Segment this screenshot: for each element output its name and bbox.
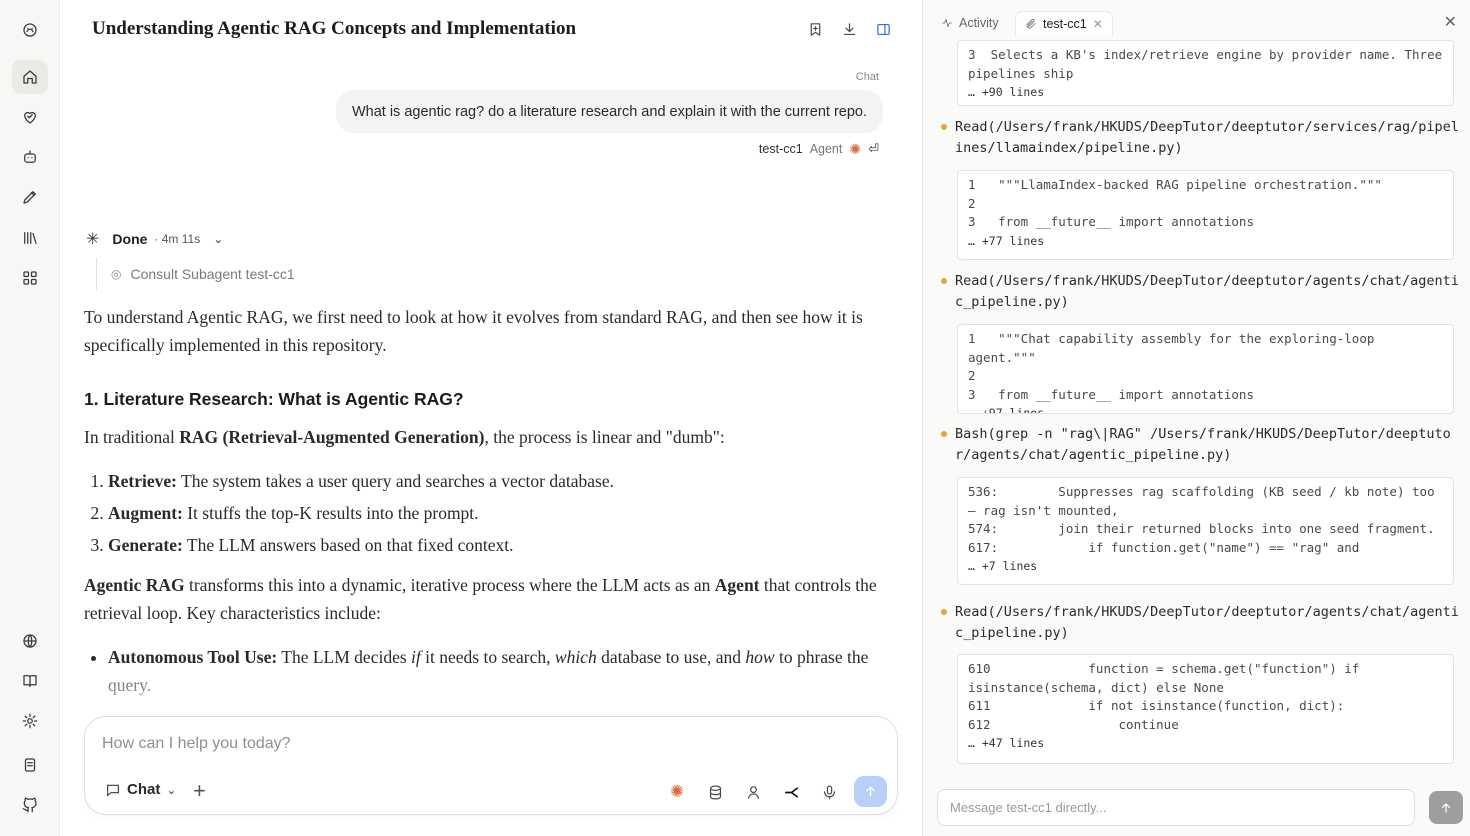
list-item: Retrieve: The system takes a user query … (108, 467, 890, 495)
rag-steps: Retrieve: The system takes a user query … (108, 467, 890, 559)
paperclip-icon (1026, 18, 1036, 28)
settings-icon[interactable] (12, 704, 48, 738)
list-item: Augment: It stuffs the top-K results int… (108, 499, 890, 527)
status-dot (941, 124, 947, 130)
chat-main: Understanding Agentic RAG Concepts and I… (60, 0, 922, 836)
composer[interactable]: How can I help you today? Chat ⌄ + ✺ (84, 716, 898, 815)
grid-icon[interactable] (12, 261, 48, 295)
tool-output: 1 """Chat capability assembly for the ex… (957, 324, 1454, 414)
status-label: Done (112, 231, 148, 247)
list-item: Generate: The LLM answers based on that … (108, 531, 890, 559)
activity-feed: 3 Selects a KB's index/retrieve engine b… (923, 38, 1470, 780)
heart-icon[interactable] (12, 100, 48, 134)
agent-name: test-cc1 (758, 142, 803, 156)
status-dot (941, 609, 947, 615)
panel-tabs: Activity test-cc1 ✕ ✕ (923, 0, 1470, 40)
tool-output: 610 function = schema.get("function") if… (957, 654, 1454, 764)
spark-tool-icon[interactable]: ✺ (667, 782, 687, 802)
github-icon[interactable] (12, 788, 48, 822)
tool-output: 536: Suppresses rag scaffolding (KB seed… (957, 477, 1454, 585)
branch-icon[interactable] (781, 782, 801, 802)
answer-agentic: Agentic RAG transforms this into a dynam… (84, 575, 877, 623)
notebook-icon[interactable] (12, 748, 48, 782)
composer-input[interactable]: How can I help you today? (102, 735, 291, 753)
globe-icon[interactable] (12, 624, 48, 658)
panel-message-input[interactable]: Message test-cc1 directly... (937, 789, 1415, 826)
bookmark-icon[interactable] (805, 19, 825, 39)
mode-selector[interactable]: Chat ⌄ (105, 781, 176, 798)
answer-traditional: In traditional RAG (Retrieval-Augmented … (84, 427, 725, 447)
assistant-answer: To understand Agentic RAG, we first need… (84, 303, 890, 711)
tool-call: Read(/Users/frank/HKUDS/DeepTutor/deeptu… (941, 271, 1461, 313)
user-message-label: Chat (855, 71, 879, 83)
arrow-up-icon (1441, 802, 1451, 813)
activity-icon (942, 19, 952, 27)
bot-icon[interactable] (12, 140, 48, 174)
status-duration: · 4m 11s (154, 232, 201, 246)
close-panel-icon[interactable]: ✕ (1444, 12, 1457, 32)
send-button[interactable] (854, 776, 887, 807)
sidebar-toggle-icon[interactable] (873, 19, 893, 39)
status-dot (941, 278, 947, 284)
user-message: What is agentic rag? do a literature res… (335, 90, 883, 133)
message-meta: test-cc1 Agent ✺ ⏎ (759, 141, 879, 157)
agent-type: Agent (809, 142, 843, 156)
answer-heading: 1. Literature Research: What is Agentic … (84, 389, 464, 409)
chevron-down-icon[interactable]: ⌄ (213, 232, 223, 246)
status-row[interactable]: ✳ Done · 4m 11s ⌄ (86, 229, 223, 249)
logo-icon[interactable] (12, 13, 48, 47)
chat-bubble-icon (107, 784, 119, 797)
mode-label: Chat (127, 781, 161, 798)
arrow-up-icon (866, 786, 875, 797)
subagent-panel: Activity test-cc1 ✕ ✕ 3 Selects a KB's i… (922, 0, 1470, 836)
close-tab-icon[interactable]: ✕ (1093, 17, 1103, 31)
panel-send-button[interactable] (1429, 791, 1463, 824)
tool-output: 3 Selects a KB's index/retrieve engine b… (957, 40, 1454, 106)
microphone-icon[interactable] (819, 782, 839, 802)
user-icon[interactable] (743, 782, 763, 802)
tool-call: Read(/Users/frank/HKUDS/DeepTutor/deeptu… (941, 117, 1461, 159)
tool-output: 1 """LlamaIndex-backed RAG pipeline orch… (957, 170, 1454, 260)
subagent-step[interactable]: ◎ Consult Subagent test-cc1 (96, 258, 295, 290)
left-rail (0, 0, 60, 836)
return-icon: ⏎ (868, 141, 879, 156)
tab-activity[interactable]: Activity (941, 11, 999, 35)
book-icon[interactable] (12, 664, 48, 698)
tool-call: Bash(grep -n "rag\|RAG" /Users/frank/HKU… (941, 424, 1461, 466)
scroll-fade (84, 662, 890, 712)
pen-icon[interactable] (12, 180, 48, 214)
home-icon[interactable] (12, 60, 48, 94)
add-attachment-button[interactable]: + (193, 780, 206, 802)
tool-call: Read(/Users/frank/HKUDS/DeepTutor/deeptu… (941, 602, 1461, 644)
chevron-down-icon: ⌄ (166, 782, 177, 797)
spark-icon: ✺ (849, 141, 862, 157)
database-icon[interactable] (705, 782, 725, 802)
library-icon[interactable] (12, 221, 48, 255)
download-icon[interactable] (839, 19, 859, 39)
answer-intro: To understand Agentic RAG, we first need… (84, 307, 863, 355)
sparkle-icon: ✳ (86, 231, 100, 248)
eye-icon: ◎ (111, 267, 122, 281)
subagent-label: Consult Subagent test-cc1 (130, 266, 295, 282)
page-title: Understanding Agentic RAG Concepts and I… (92, 18, 577, 39)
tab-test-cc1[interactable]: test-cc1 ✕ (1015, 11, 1113, 35)
status-dot (941, 431, 947, 437)
